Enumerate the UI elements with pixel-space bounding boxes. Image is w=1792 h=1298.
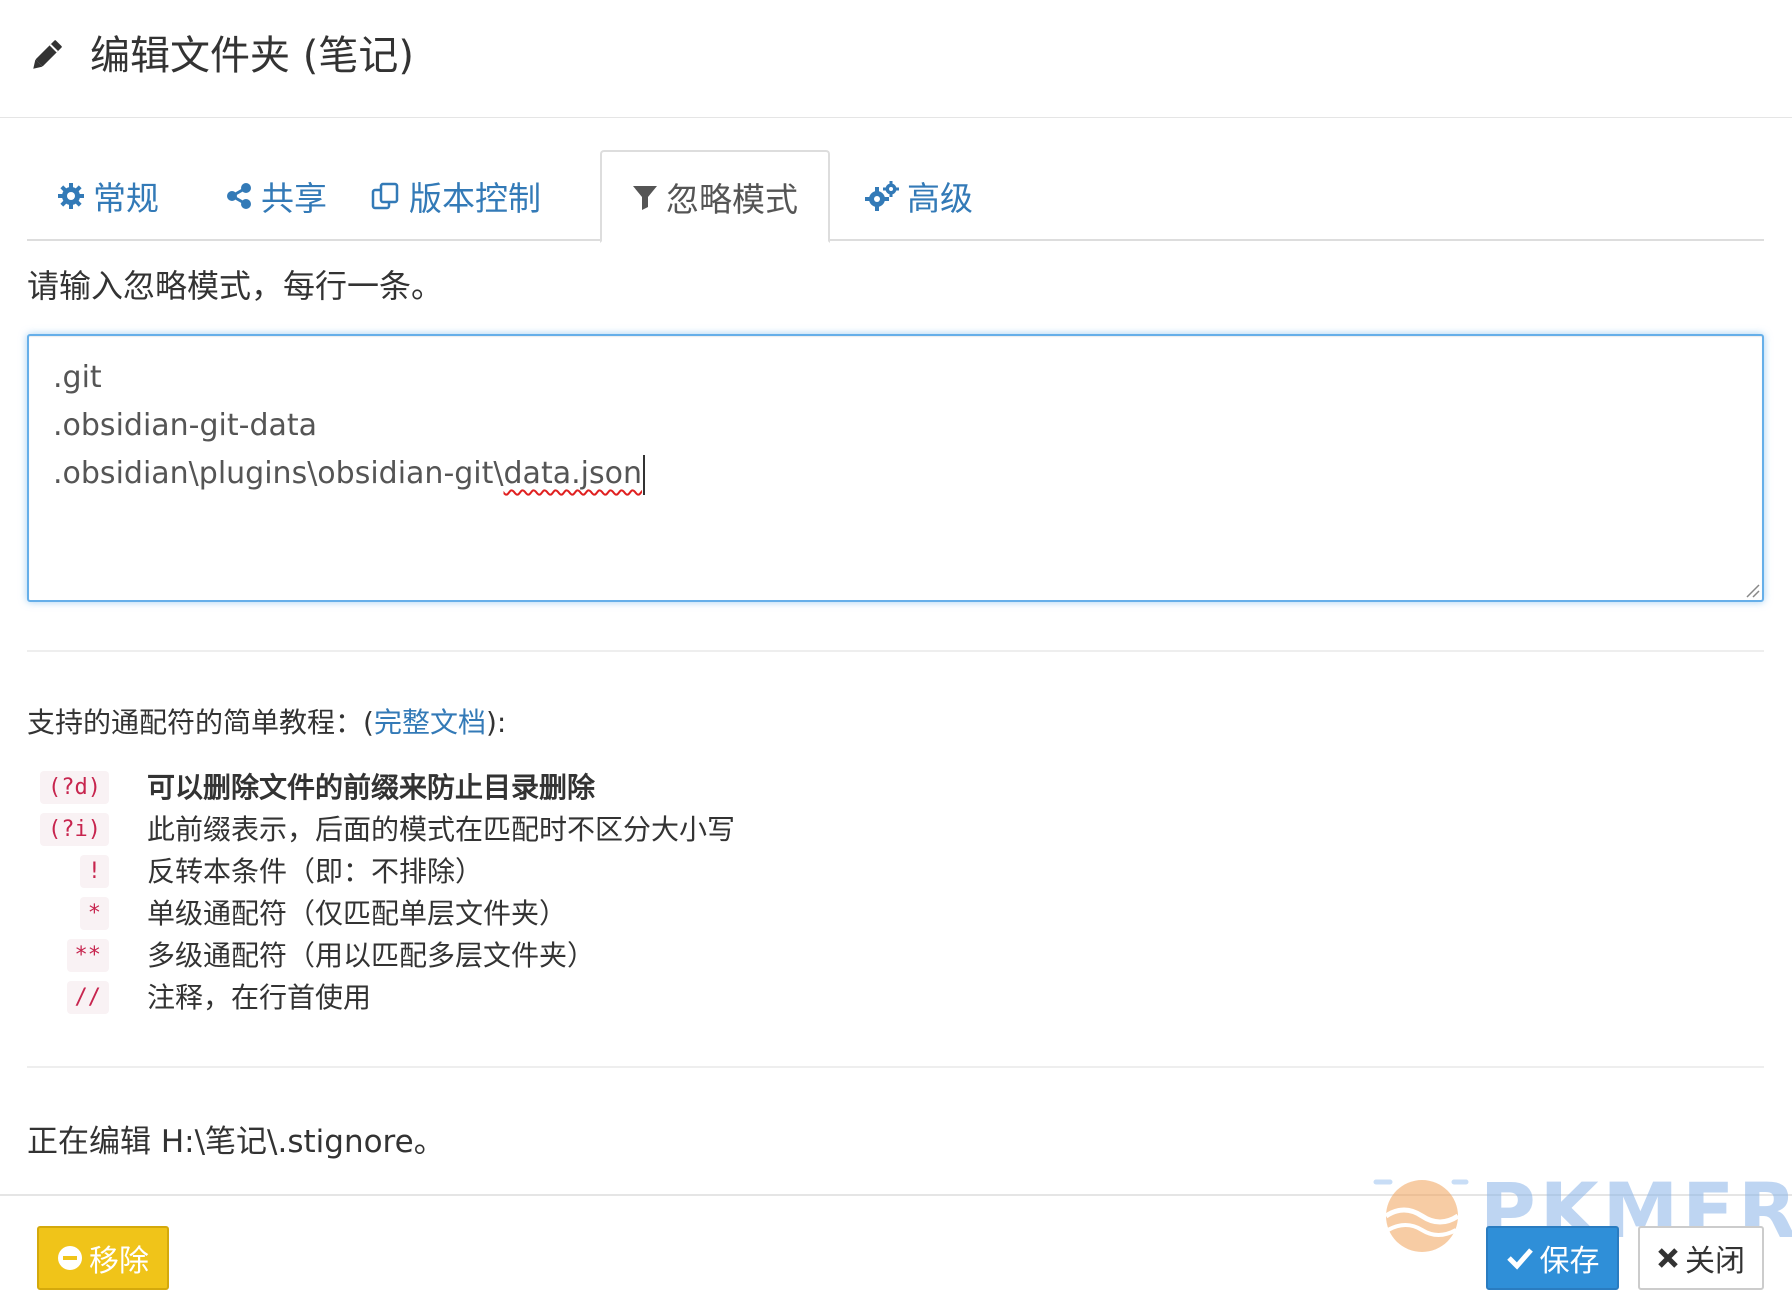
- pattern-code: (?i): [40, 813, 109, 846]
- pattern-code: //: [66, 981, 109, 1014]
- pattern-code: *: [79, 897, 109, 930]
- tab-versioning[interactable]: 版本控制: [341, 150, 571, 241]
- tab-ignore-patterns[interactable]: 忽略模式: [600, 150, 830, 243]
- tab-sharing-label: 共享: [261, 178, 327, 218]
- pattern-help-row: (?d) 可以删除文件的前缀来防止目录删除: [27, 767, 927, 809]
- help-intro: 支持的通配符的简单教程：(完整文档):: [27, 702, 506, 744]
- gears-icon: [865, 180, 899, 211]
- tab-advanced-label: 高级: [907, 178, 973, 218]
- check-icon: [1506, 1248, 1533, 1270]
- ignore-patterns-textarea[interactable]: .git .obsidian-git-data .obsidian\plugin…: [27, 334, 1764, 602]
- pkmer-logo-icon: [1373, 1179, 1469, 1252]
- pattern-help-row: // 注释，在行首使用: [27, 977, 927, 1019]
- text-cursor: [642, 454, 645, 495]
- copy-icon: [371, 182, 399, 209]
- pattern-code: !: [79, 855, 109, 888]
- remove-button-label: 移除: [89, 1244, 149, 1279]
- pattern-desc: 单级通配符（仅匹配单层文件夹）: [147, 897, 568, 930]
- pattern-desc: 多级通配符（用以匹配多层文件夹）: [147, 939, 596, 972]
- pattern-code: (?d): [40, 771, 109, 804]
- pattern-desc: 注释，在行首使用: [147, 981, 372, 1014]
- help-link-close: ):: [485, 706, 507, 739]
- divider: [27, 1066, 1764, 1068]
- full-docs-link[interactable]: 完整文档: [374, 706, 486, 739]
- pattern-desc: 可以删除文件的前缀来防止目录删除: [147, 771, 596, 804]
- pattern-help-row: ! 反转本条件（即：不排除）: [27, 851, 927, 893]
- help-link-open: (: [363, 706, 374, 739]
- pattern-desc: 此前缀表示，后面的模式在匹配时不区分大小写: [147, 813, 736, 846]
- pattern-line-text: .obsidian\plugins\obsidian-git\: [53, 456, 504, 491]
- pattern-line: .obsidian-git-data: [53, 408, 318, 443]
- minus-circle-icon: [58, 1246, 82, 1270]
- tab-general-label: 常规: [93, 178, 159, 218]
- pattern-code: **: [66, 939, 109, 972]
- pattern-line: .obsidian\plugins\obsidian-git\data.json: [53, 450, 1738, 498]
- tab-general[interactable]: 常规: [27, 150, 189, 241]
- save-button-label: 保存: [1539, 1244, 1600, 1279]
- pencil-icon: [33, 40, 62, 69]
- tab-ignore-patterns-label: 忽略模式: [666, 179, 798, 219]
- close-button[interactable]: 关闭: [1638, 1226, 1764, 1290]
- pattern-line: .git: [53, 360, 102, 395]
- dialog-title: 编辑文件夹 (笔记): [90, 33, 414, 79]
- help-intro-text: 支持的通配符的简单教程：: [27, 706, 364, 739]
- save-button[interactable]: 保存: [1486, 1226, 1619, 1290]
- dialog-header: 编辑文件夹 (笔记): [0, 0, 1792, 118]
- misspelled-word: data.json: [503, 456, 642, 491]
- tab-sharing[interactable]: 共享: [195, 150, 357, 241]
- remove-button[interactable]: 移除: [37, 1226, 169, 1290]
- resize-handle-icon[interactable]: [1742, 580, 1760, 598]
- tab-advanced[interactable]: 高级: [835, 150, 1003, 241]
- pattern-help-row: * 单级通配符（仅匹配单层文件夹）: [27, 893, 927, 935]
- tab-versioning-label: 版本控制: [409, 178, 541, 218]
- pattern-help-row: (?i) 此前缀表示，后面的模式在匹配时不区分大小写: [27, 809, 927, 851]
- close-icon: [1658, 1248, 1678, 1268]
- filter-icon: [633, 185, 657, 210]
- share-icon: [227, 182, 251, 209]
- editing-status: 正在编辑 H:\笔记\.stignore。: [27, 1124, 445, 1160]
- ignore-instruction: 请输入忽略模式，每行一条。: [27, 267, 444, 305]
- pattern-help-row: ** 多级通配符（用以匹配多层文件夹）: [27, 935, 927, 977]
- tab-bar: 常规 共享 版本控制 忽略模式 高级: [27, 150, 1764, 243]
- pattern-desc: 反转本条件（即：不排除）: [147, 855, 484, 888]
- divider: [27, 650, 1764, 652]
- footer-divider: [0, 1194, 1792, 1196]
- gear-icon: [58, 182, 84, 209]
- close-button-label: 关闭: [1685, 1244, 1745, 1279]
